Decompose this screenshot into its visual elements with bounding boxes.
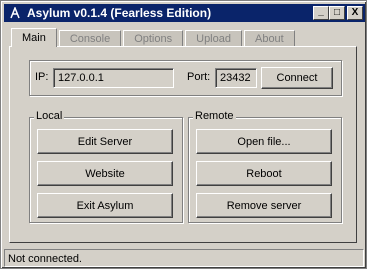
status-text: Not connected. (8, 253, 82, 265)
tab-strip: Main Console Options Upload About (11, 28, 297, 47)
tab-options[interactable]: Options (123, 30, 184, 47)
main-tab-panel: IP: 127.0.0.1 Port: 23432 Connect Local … (9, 46, 357, 243)
tab-about[interactable]: About (243, 30, 295, 47)
window-title: Asylum v0.1.4 (Fearless Edition) (27, 6, 212, 20)
tab-upload[interactable]: Upload (185, 30, 242, 47)
asylum-app-icon[interactable] (8, 6, 22, 20)
app-window: Asylum v0.1.4 (Fearless Edition) _ □ X M… (0, 0, 367, 269)
remove-server-button[interactable]: Remove server (196, 193, 332, 218)
exit-asylum-button[interactable]: Exit Asylum (37, 193, 173, 218)
maximize-button[interactable]: □ (329, 6, 345, 20)
status-bar: Not connected. (4, 249, 364, 267)
close-icon: X (351, 7, 359, 18)
ip-label: IP: (35, 71, 49, 83)
port-label: Port: (187, 71, 211, 83)
minimize-button[interactable]: _ (313, 6, 329, 20)
local-group-title: Local (34, 110, 65, 122)
local-group: Local Edit Server Website Exit Asylum (29, 110, 183, 223)
tab-main[interactable]: Main (11, 28, 57, 47)
open-file-button[interactable]: Open file... (196, 129, 332, 154)
remote-group: Remote Open file... Reboot Remove server (188, 110, 342, 223)
connect-button[interactable]: Connect (261, 67, 333, 89)
ip-field[interactable]: 127.0.0.1 (53, 68, 174, 88)
tab-console[interactable]: Console (58, 30, 122, 47)
remote-group-title: Remote (193, 110, 236, 122)
port-field[interactable]: 23432 (215, 68, 257, 88)
minimize-icon: _ (318, 5, 324, 17)
title-bar[interactable]: Asylum v0.1.4 (Fearless Edition) _ □ X (4, 4, 365, 22)
close-button[interactable]: X (347, 6, 363, 20)
website-button[interactable]: Website (37, 161, 173, 186)
reboot-button[interactable]: Reboot (196, 161, 332, 186)
connection-group: IP: 127.0.0.1 Port: 23432 Connect (29, 60, 342, 96)
edit-server-button[interactable]: Edit Server (37, 129, 173, 154)
maximize-icon: □ (333, 7, 341, 18)
